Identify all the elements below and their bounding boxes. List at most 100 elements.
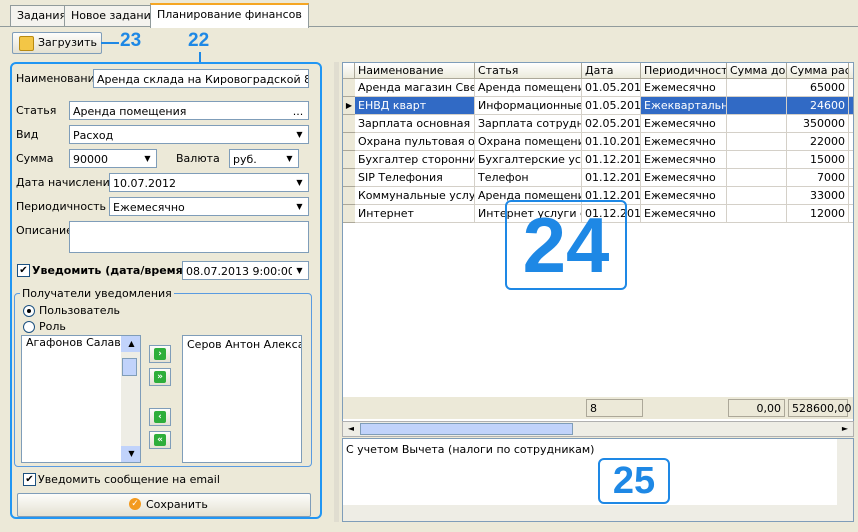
period-value: Ежемесячно (113, 201, 185, 214)
add-all-recipients-button[interactable]: » (149, 368, 171, 386)
load-button[interactable]: Загрузить (12, 32, 102, 54)
notify-checkbox[interactable]: ✔ (17, 264, 30, 277)
column-header[interactable]: Сумма расход (787, 63, 849, 79)
column-header[interactable]: Статья (475, 63, 582, 79)
recipients-legend: Получатели уведомления (20, 287, 174, 300)
description-field[interactable] (69, 221, 309, 253)
sum-label: Сумма (16, 152, 54, 165)
footer-expense: 528600,00 (788, 399, 852, 417)
row-indicator[interactable] (343, 205, 355, 223)
list-item[interactable]: Серов Антон Александрович (185, 338, 301, 351)
save-icon: ✓ (129, 498, 141, 510)
scroll-thumb[interactable] (122, 358, 137, 376)
table-cell: 12000 (787, 205, 849, 223)
notify-datetime[interactable]: 08.07.2013 9:00:00 ▼ (182, 261, 309, 280)
table-cell: руб. (849, 133, 853, 151)
email-checkbox[interactable]: ✔ (23, 473, 36, 486)
table-cell: 24600 (787, 97, 849, 115)
hscroll-thumb[interactable] (360, 423, 573, 435)
load-icon (19, 36, 34, 51)
table-cell: Ежемесячно (641, 169, 727, 187)
table-cell: руб. (849, 205, 853, 223)
table-cell: Ежемесячно (641, 187, 727, 205)
date-field[interactable]: 10.07.2012 ▼ (109, 173, 309, 192)
remove-recipient-button[interactable]: ‹ (149, 408, 171, 426)
chevron-down-icon[interactable]: ▼ (292, 126, 307, 143)
chevron-down-icon[interactable]: ▼ (292, 174, 307, 191)
chevron-down-icon[interactable]: ▼ (292, 262, 307, 279)
list-scrollbar[interactable]: ▲ ▼ (121, 336, 140, 462)
sum-value: 90000 (73, 153, 108, 166)
desc-hscrollbar[interactable] (343, 505, 837, 521)
column-header[interactable]: Валюта (849, 63, 853, 79)
scroll-up-icon[interactable]: ▲ (121, 336, 140, 352)
column-header[interactable]: Сумма доход (727, 63, 787, 79)
table-cell: Аренда магазин Свердловск (355, 79, 475, 97)
table-cell: Охрана пультовая общая (355, 133, 475, 151)
table-cell: Ежемесячно (641, 133, 727, 151)
callout-25: 25 (612, 460, 656, 502)
currency-value: руб. (233, 153, 257, 166)
table-cell: Интернет (355, 205, 475, 223)
callout-23: 23 (120, 30, 142, 51)
column-header[interactable]: Наименование (355, 63, 475, 79)
table-cell: 01.12.2012 (582, 169, 641, 187)
row-indicator[interactable]: ▶ (343, 97, 355, 115)
name-field[interactable]: Аренда склада на Кировоградской 8 (93, 69, 309, 88)
table-cell: Зарплата сотрудникам (475, 115, 582, 133)
table-cell (727, 205, 787, 223)
date-value: 10.07.2012 (113, 177, 176, 190)
row-indicator[interactable] (343, 79, 355, 97)
table-cell: Информационные услуги (475, 97, 582, 115)
article-value: Аренда помещения (73, 105, 187, 118)
row-indicator[interactable] (343, 133, 355, 151)
available-users-list[interactable]: Агафонов Салават ГаязовичАхунов Марсель … (21, 335, 141, 463)
grid-hscrollbar[interactable]: ◄ ► (342, 421, 854, 437)
chevron-down-icon[interactable]: ▼ (282, 150, 297, 167)
table-cell: 15000 (787, 151, 849, 169)
grid-corner (343, 63, 355, 79)
list-item[interactable]: Агафонов Салават Гаязович (24, 336, 124, 349)
article-field[interactable]: Аренда помещения ... (69, 101, 309, 120)
table-cell: 65000 (787, 79, 849, 97)
period-select[interactable]: Ежемесячно ▼ (109, 197, 309, 216)
chevron-down-icon[interactable]: ▼ (292, 198, 307, 215)
table-cell: руб. (849, 169, 853, 187)
row-indicator[interactable] (343, 115, 355, 133)
save-button[interactable]: ✓ Сохранить (17, 493, 311, 517)
article-browse-button[interactable]: ... (289, 102, 307, 119)
scroll-left-icon[interactable]: ◄ (343, 422, 359, 436)
row-indicator[interactable] (343, 187, 355, 205)
table-cell: Телефон (475, 169, 582, 187)
splitter[interactable] (334, 62, 339, 522)
callout-line-23 (101, 42, 119, 44)
currency-label: Валюта (176, 152, 220, 165)
add-recipient-button[interactable]: › (149, 345, 171, 363)
scroll-right-icon[interactable]: ► (837, 422, 853, 436)
table-cell: Аренда помещения (475, 79, 582, 97)
table-cell: Ежемесячно (641, 151, 727, 169)
notify-datetime-value: 08.07.2013 9:00:00 (186, 265, 295, 278)
scroll-down-icon[interactable]: ▼ (121, 446, 140, 462)
column-header[interactable]: Периодичность (641, 63, 727, 79)
selected-users-list[interactable]: Серов Антон Александрович (182, 335, 302, 463)
tab-finance-planning[interactable]: Планирование финансов (150, 3, 309, 28)
table-cell: 7000 (787, 169, 849, 187)
row-indicator[interactable] (343, 169, 355, 187)
radio-role[interactable] (23, 321, 35, 333)
table-cell: 22000 (787, 133, 849, 151)
type-select[interactable]: Расход ▼ (69, 125, 309, 144)
remove-all-recipients-button[interactable]: « (149, 431, 171, 449)
table-cell (727, 79, 787, 97)
tab-bar: Задания Новое задание Планирование финан… (0, 0, 858, 28)
table-cell: Ежемесячно (641, 79, 727, 97)
sum-field[interactable]: 90000 ▼ (69, 149, 157, 168)
table-cell: Зарплата основная ставка (355, 115, 475, 133)
grid-footer: 8 0,00 528600,00 (343, 397, 853, 419)
radio-user[interactable] (23, 305, 35, 317)
currency-select[interactable]: руб. ▼ (229, 149, 299, 168)
chevron-down-icon[interactable]: ▼ (140, 150, 155, 167)
column-header[interactable]: Дата (582, 63, 641, 79)
desc-vscrollbar[interactable] (837, 439, 853, 521)
row-indicator[interactable] (343, 151, 355, 169)
